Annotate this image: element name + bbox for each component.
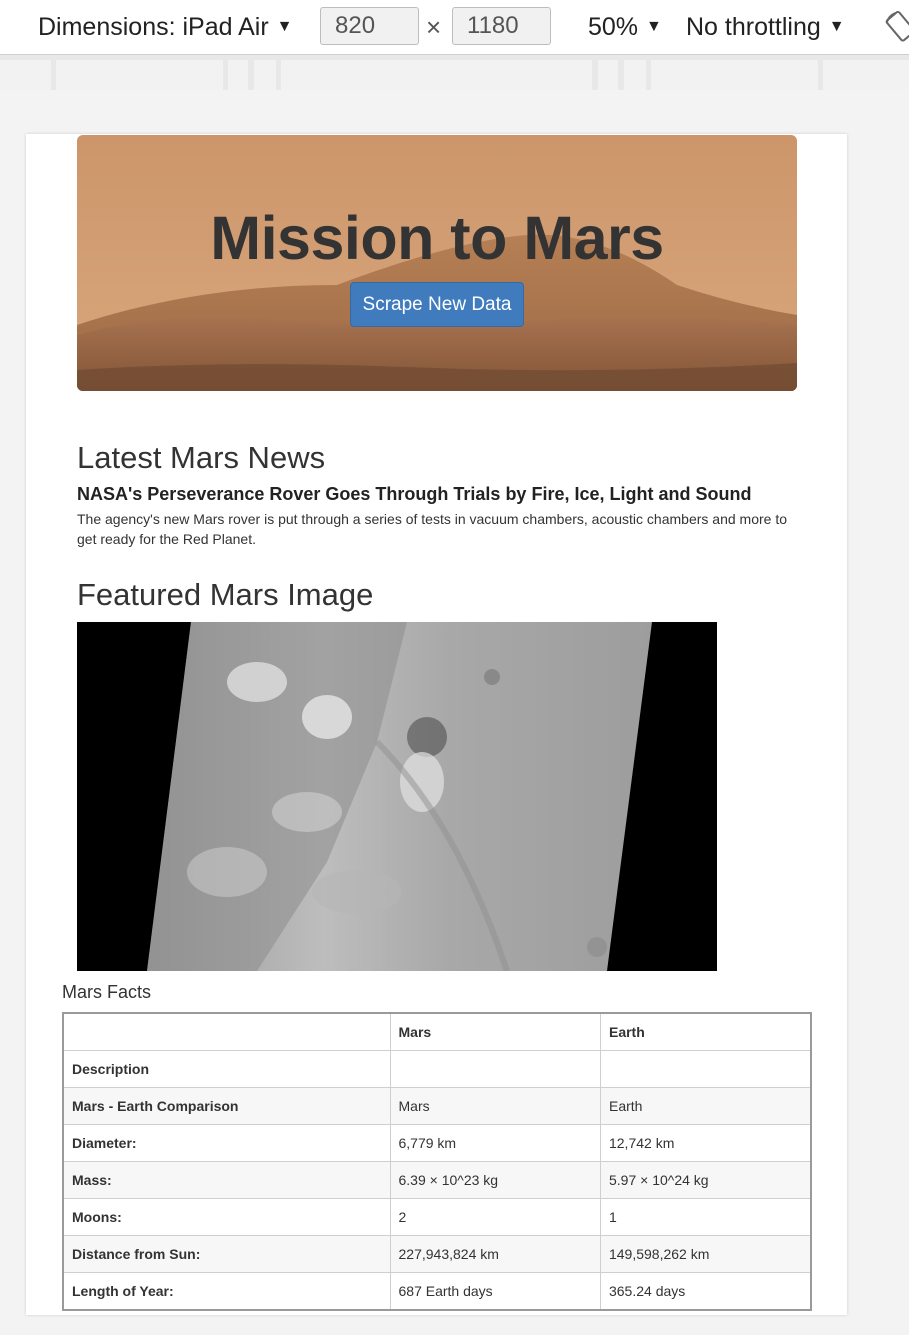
table-row: Length of Year: 687 Earth days 365.24 da… [62, 1272, 812, 1311]
facts-caption: Mars Facts [62, 982, 152, 1002]
row-label: Length of Year: [62, 1272, 391, 1311]
zoom-dropdown[interactable]: 50% ▼ [588, 0, 662, 54]
table-header-cell: Mars [389, 1012, 601, 1051]
table-cell [389, 1050, 601, 1088]
table-cell: 5.97 × 10^24 kg [599, 1161, 812, 1199]
mars-facts-table: Mars Earth Description Mars - Earth Comp… [62, 1012, 812, 1311]
device-viewport: Mission to Mars Scrape New Data Latest M… [26, 134, 847, 1315]
page-title: Mission to Mars [210, 204, 664, 272]
featured-image-heading: Featured Mars Image [77, 577, 374, 612]
table-row: Mars - Earth Comparison Mars Earth [62, 1087, 812, 1125]
row-label: Mars - Earth Comparison [62, 1087, 391, 1125]
chevron-down-icon: ▼ [646, 18, 662, 35]
times-icon: × [426, 11, 442, 42]
table-cell [599, 1050, 812, 1088]
row-label: Distance from Sun: [62, 1235, 391, 1273]
table-row: Moons: 2 1 [62, 1198, 812, 1236]
featured-mars-image[interactable] [77, 622, 717, 971]
table-cell: 6,779 km [389, 1124, 601, 1162]
table-cell: 227,943,824 km [389, 1235, 601, 1273]
table-cell: 2 [389, 1198, 601, 1236]
table-cell: 12,742 km [599, 1124, 812, 1162]
throttling-dropdown[interactable]: No throttling ▼ [686, 0, 845, 54]
news-heading: Latest Mars News [77, 440, 326, 475]
table-row: Diameter: 6,779 km 12,742 km [62, 1124, 812, 1162]
media-query-ruler [0, 55, 909, 90]
devtools-toolbar: Dimensions: iPad Air ▼ 820 × 1180 50% ▼ … [0, 0, 909, 55]
table-cell: 149,598,262 km [599, 1235, 812, 1273]
chevron-down-icon: ▼ [828, 18, 845, 35]
featured-image-graphic [77, 622, 717, 971]
row-label: Description [62, 1050, 391, 1088]
device-label: Dimensions: iPad Air [38, 12, 269, 41]
table-header-row: Mars Earth [62, 1012, 812, 1051]
width-input[interactable]: 820 [320, 7, 419, 45]
table-cell: 6.39 × 10^23 kg [389, 1161, 601, 1199]
table-header-cell [62, 1012, 391, 1051]
throttling-label: No throttling [686, 12, 821, 41]
jumbotron: Mission to Mars Scrape New Data [77, 135, 797, 391]
table-cell: 1 [599, 1198, 812, 1236]
rotate-icon[interactable] [884, 10, 909, 44]
table-cell: 687 Earth days [389, 1272, 601, 1311]
row-label: Mass: [62, 1161, 391, 1199]
chevron-down-icon: ▼ [276, 18, 293, 35]
news-title: NASA's Perseverance Rover Goes Through T… [77, 484, 752, 504]
device-dropdown[interactable]: Dimensions: iPad Air ▼ [38, 0, 293, 54]
row-label: Moons: [62, 1198, 391, 1236]
news-paragraph: The agency's new Mars rover is put throu… [77, 511, 787, 547]
zoom-label: 50% [588, 12, 639, 41]
scrape-new-data-button[interactable]: Scrape New Data [350, 282, 524, 327]
row-label: Diameter: [62, 1124, 391, 1162]
table-header-cell: Earth [599, 1012, 812, 1051]
table-cell: Earth [599, 1087, 812, 1125]
table-row: Distance from Sun: 227,943,824 km 149,59… [62, 1235, 812, 1273]
height-input[interactable]: 1180 [452, 7, 551, 45]
table-cell: 365.24 days [599, 1272, 812, 1311]
table-cell: Mars [389, 1087, 601, 1125]
table-row: Mass: 6.39 × 10^23 kg 5.97 × 10^24 kg [62, 1161, 812, 1199]
table-row: Description [62, 1050, 812, 1088]
